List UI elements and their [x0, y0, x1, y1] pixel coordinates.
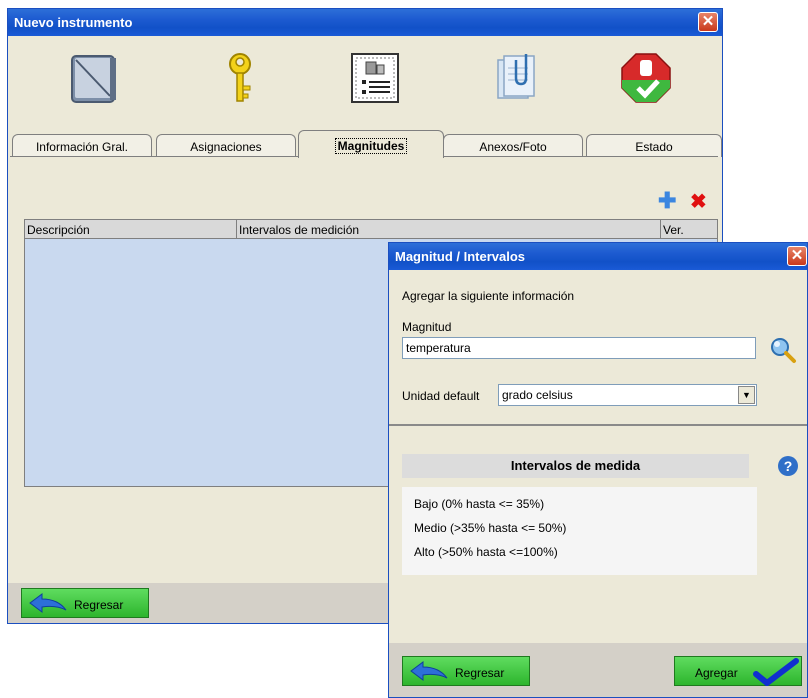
key-icon[interactable]	[212, 50, 268, 106]
toolbar	[8, 36, 722, 130]
search-icon[interactable]	[769, 336, 797, 367]
add-icon[interactable]: ✚	[658, 190, 676, 212]
tab-label: Asignaciones	[190, 140, 262, 154]
attachment-icon[interactable]	[488, 50, 544, 106]
main-titlebar: Nuevo instrumento ✕	[8, 9, 722, 36]
dialog-close-button[interactable]: ✕	[787, 246, 807, 266]
dialog-footer: Regresar Agregar	[389, 643, 807, 697]
dialog-titlebar: Magnitud / Intervalos ✕	[389, 243, 807, 270]
tab-strip: Información Gral. Asignaciones Magnitude…	[8, 130, 722, 158]
interval-item: Medio (>35% hasta <= 50%)	[414, 521, 567, 535]
weights-list-icon[interactable]	[348, 50, 404, 106]
column-header-intervalos[interactable]: Intervalos de medición	[237, 220, 661, 239]
divider	[389, 424, 807, 426]
interval-item: Alto (>50% hasta <=100%)	[414, 545, 558, 559]
magnitud-field[interactable]: temperatura	[402, 337, 756, 359]
dialog-back-button[interactable]: Regresar	[402, 656, 530, 686]
unidad-value: grado celsius	[502, 388, 573, 402]
status-stop-check-icon[interactable]	[618, 50, 674, 106]
delete-icon[interactable]: ✖	[690, 191, 707, 213]
magnitud-dialog: Magnitud / Intervalos ✕ Agregar la sigui…	[388, 242, 808, 698]
unidad-select[interactable]: grado celsius ▼	[498, 384, 757, 406]
main-back-button[interactable]: Regresar	[21, 588, 149, 618]
dialog-back-label: Regresar	[455, 666, 505, 680]
back-arrow-icon	[410, 661, 448, 681]
unidad-label: Unidad default	[402, 389, 480, 403]
chevron-down-icon[interactable]: ▼	[738, 386, 755, 404]
help-icon[interactable]: ?	[778, 456, 798, 476]
back-arrow-icon	[29, 593, 67, 613]
intervals-title: Intervalos de medida	[402, 454, 749, 478]
interval-item: Bajo (0% hasta <= 35%)	[414, 497, 545, 511]
tab-asignaciones[interactable]: Asignaciones	[156, 134, 296, 157]
tab-magnitudes[interactable]: Magnitudes	[298, 130, 444, 158]
main-close-button[interactable]: ✕	[698, 12, 718, 32]
tab-anexos-foto[interactable]: Anexos/Foto	[443, 134, 583, 157]
dialog-title: Magnitud / Intervalos	[395, 249, 526, 264]
dialog-instruction: Agregar la siguiente información	[402, 289, 575, 303]
magnitud-label: Magnitud	[402, 320, 452, 334]
tab-label: Anexos/Foto	[479, 140, 547, 154]
notebook-icon[interactable]	[66, 50, 122, 106]
main-back-label: Regresar	[74, 598, 124, 612]
tab-label: Magnitudes	[334, 138, 408, 154]
tab-informacion-gral[interactable]: Información Gral.	[12, 134, 152, 157]
tab-label: Estado	[635, 140, 673, 154]
window-title: Nuevo instrumento	[14, 15, 133, 30]
checkmark-icon	[753, 658, 799, 686]
agregar-label: Agregar	[695, 666, 738, 680]
column-header-ver[interactable]: Ver.	[661, 220, 717, 239]
tab-label: Información Gral.	[35, 140, 129, 154]
tab-estado[interactable]: Estado	[586, 134, 722, 157]
agregar-button[interactable]: Agregar	[674, 656, 802, 686]
column-header-descripcion[interactable]: Descripción	[25, 220, 237, 239]
intervals-list: Bajo (0% hasta <= 35%) Medio (>35% hasta…	[402, 487, 757, 575]
